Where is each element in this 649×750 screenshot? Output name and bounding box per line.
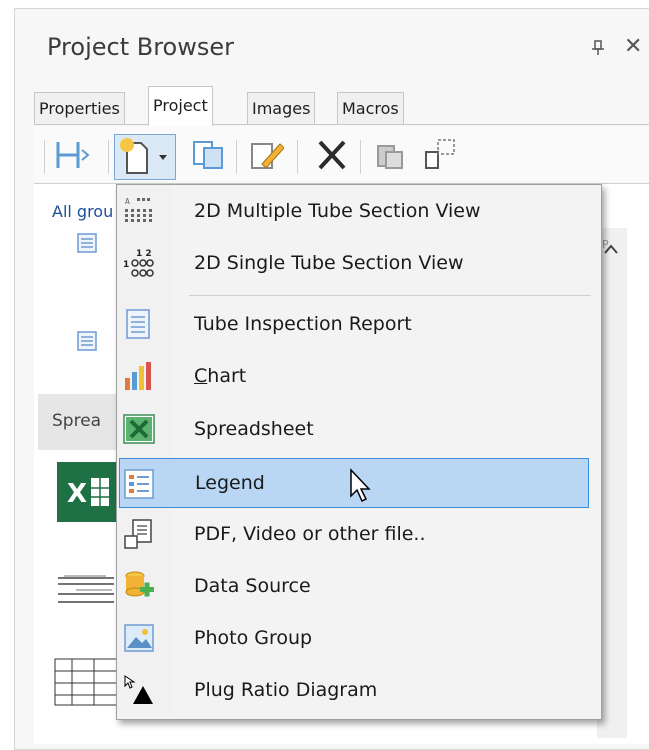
spreadsheet-section-header[interactable]: Sprea [38,394,122,450]
menu-item-tube-inspection-report[interactable]: Tube Inspection Report [117,298,599,350]
toolbar-separator [297,140,298,174]
menu-item-label: 2D Single Tube Section View [194,252,464,274]
legend-icon [124,468,156,500]
bar-chart-icon [123,360,155,392]
close-icon[interactable]: ✕ [624,34,642,59]
table-thumbnail[interactable] [54,658,118,706]
all-groups-filter[interactable]: All grou [52,202,113,221]
svg-text:1 2: 1 2 [136,249,152,259]
photo-icon [123,622,155,654]
menu-item-spreadsheet[interactable]: Spreadsheet [117,403,599,455]
copy-icon[interactable] [190,138,226,172]
tab-properties[interactable]: Properties [34,92,125,124]
edit-icon[interactable] [248,138,285,172]
menu-item-chart[interactable]: Chart [117,350,599,402]
tab-images[interactable]: Images [247,92,316,124]
export-icon[interactable] [424,138,460,172]
file-icon [123,518,155,550]
menu-item-label: Plug Ratio Diagram [194,679,378,701]
menu-item-2d-multiple-tube-section-view[interactable]: A 2D Multiple Tube Section View [117,185,599,237]
toolbar-separator [360,140,361,174]
menu-separator [189,295,591,296]
multi-tube-grid-icon: A [123,195,155,227]
mouse-cursor-icon [349,468,373,504]
pin-icon[interactable] [591,40,605,60]
report-thumbnail-icon[interactable] [76,232,98,254]
layout-icon[interactable] [56,138,92,172]
svg-text:1: 1 [123,260,129,270]
delete-icon[interactable] [314,138,350,172]
report-icon [123,308,155,340]
menu-item-label: PDF, Video or other file.. [194,523,426,545]
menu-item-2d-single-tube-section-view[interactable]: 1 2 1 2D Single Tube Section View [117,237,599,289]
menu-item-label: Legend [195,472,265,494]
svg-text:A: A [125,197,130,206]
duplicate-icon[interactable] [372,138,408,172]
svg-text:X: X [67,479,87,509]
toolbar-grip [44,140,45,174]
plug-ratio-icon [123,674,155,706]
menu-item-label: Photo Group [194,627,313,649]
document-thumbnail[interactable] [56,572,116,622]
data-source-icon [123,570,155,602]
menu-item-plug-ratio-diagram[interactable]: Plug Ratio Diagram [117,664,599,716]
menu-item-label: Spreadsheet [194,418,314,440]
section-label: Sprea [52,411,102,431]
new-item-dropdown-icon[interactable] [114,134,176,180]
panel-title: Project Browser [47,33,234,61]
menu-item-pdf-video-or-other-file[interactable]: PDF, Video or other file.. [117,508,599,560]
menu-item-label: Tube Inspection Report [194,313,412,335]
tab-project[interactable]: Project [148,86,213,126]
tab-macros[interactable]: Macros [337,92,404,124]
toolbar-separator [108,140,109,174]
menu-item-label: Data Source [194,575,311,597]
menu-item-label: 2D Multiple Tube Section View [194,200,481,222]
menu-item-data-source[interactable]: Data Source [117,560,599,612]
excel-thumbnail-icon[interactable]: X [57,462,117,522]
single-tube-grid-icon: 1 2 1 [123,247,155,279]
report-thumbnail-icon[interactable] [76,330,98,352]
scroll-up-icon[interactable] [603,240,619,259]
menu-item-photo-group[interactable]: Photo Group [117,612,599,664]
menu-item-label: Chart [194,365,247,387]
excel-icon [123,413,155,445]
toolbar-separator [236,140,237,174]
